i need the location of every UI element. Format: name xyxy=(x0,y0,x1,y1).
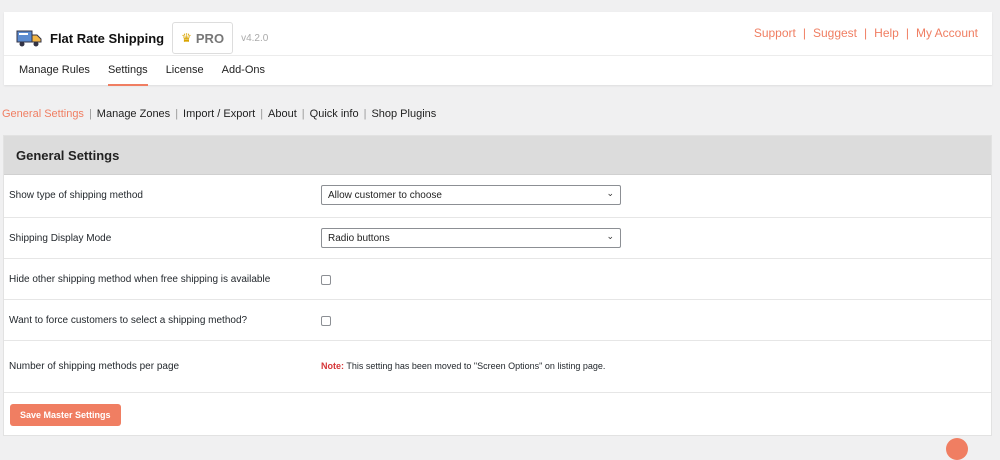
link-separator: | xyxy=(905,26,909,40)
support-link[interactable]: Support xyxy=(754,26,796,40)
subnav-quick-info[interactable]: Quick info xyxy=(310,108,359,120)
select-value: Radio buttons xyxy=(328,232,390,244)
my-account-link[interactable]: My Account xyxy=(916,26,978,40)
link-separator: | xyxy=(864,26,868,40)
subnav-separator: | xyxy=(301,108,305,120)
setting-row-hide-other-methods: Hide other shipping method when free shi… xyxy=(4,259,991,300)
subnav-separator: | xyxy=(363,108,367,120)
setting-note: Note: This setting has been moved to "Sc… xyxy=(321,361,605,371)
setting-row-display-mode: Shipping Display Mode Radio buttons ⌄ xyxy=(4,218,991,259)
suggest-link[interactable]: Suggest xyxy=(813,26,857,40)
panel-title: General Settings xyxy=(4,136,991,175)
note-text: This setting has been moved to "Screen O… xyxy=(346,361,606,371)
crown-icon: ♛ xyxy=(181,31,192,45)
general-settings-panel: General Settings Show type of shipping m… xyxy=(3,135,992,436)
plugin-name: Flat Rate Shipping xyxy=(50,30,165,46)
version-label: v4.2.0 xyxy=(241,32,269,44)
setting-row-force-selection: Want to force customers to select a ship… xyxy=(4,300,991,341)
link-separator: | xyxy=(802,26,806,40)
subnav-separator: | xyxy=(260,108,264,120)
help-link[interactable]: Help xyxy=(874,26,899,40)
shipping-method-type-select[interactable]: Allow customer to choose ⌄ xyxy=(321,185,621,205)
help-bubble-icon[interactable] xyxy=(946,438,968,460)
tab-manage-rules[interactable]: Manage Rules xyxy=(19,64,90,86)
display-mode-select[interactable]: Radio buttons ⌄ xyxy=(321,228,621,248)
setting-label: Want to force customers to select a ship… xyxy=(9,315,248,326)
setting-label: Show type of shipping method xyxy=(9,190,143,201)
header-divider xyxy=(4,55,992,56)
main-tabs: Manage Rules Settings License Add-Ons xyxy=(19,64,283,86)
subnav-separator: | xyxy=(175,108,179,120)
setting-label: Hide other shipping method when free shi… xyxy=(9,274,271,285)
subnav-manage-zones[interactable]: Manage Zones xyxy=(97,108,170,120)
force-selection-checkbox[interactable] xyxy=(321,316,331,326)
setting-label: Number of shipping methods per page xyxy=(9,361,180,372)
save-master-settings-button[interactable]: Save Master Settings xyxy=(10,404,121,426)
pro-label: PRO xyxy=(195,30,225,46)
tab-settings[interactable]: Settings xyxy=(107,64,148,86)
truck-logo-icon xyxy=(16,30,42,47)
settings-subnav: General Settings | Manage Zones | Import… xyxy=(2,108,436,120)
setting-row-methods-per-page: Number of shipping methods per page Note… xyxy=(4,341,991,393)
subnav-about[interactable]: About xyxy=(268,108,297,120)
pro-badge: ♛ PRO xyxy=(172,22,234,54)
subnav-shop-plugins[interactable]: Shop Plugins xyxy=(371,108,436,120)
subnav-general-settings[interactable]: General Settings xyxy=(2,108,84,120)
hide-other-methods-checkbox[interactable] xyxy=(321,275,331,285)
chevron-down-icon: ⌄ xyxy=(606,188,614,198)
setting-label: Shipping Display Mode xyxy=(9,233,112,244)
brand: Flat Rate Shipping ♛ PRO v4.2.0 xyxy=(16,20,268,56)
subnav-separator: | xyxy=(88,108,92,120)
chevron-down-icon: ⌄ xyxy=(606,231,614,241)
select-value: Allow customer to choose xyxy=(328,189,442,201)
setting-row-shipping-method-type: Show type of shipping method Allow custo… xyxy=(4,175,991,218)
header-links: Support | Suggest | Help | My Account xyxy=(754,26,978,40)
plugin-header: Flat Rate Shipping ♛ PRO v4.2.0 Support … xyxy=(4,12,992,86)
tab-add-ons[interactable]: Add-Ons xyxy=(222,64,265,86)
note-label: Note: xyxy=(321,361,344,371)
tab-license[interactable]: License xyxy=(166,64,204,86)
subnav-import-export[interactable]: Import / Export xyxy=(183,108,255,120)
